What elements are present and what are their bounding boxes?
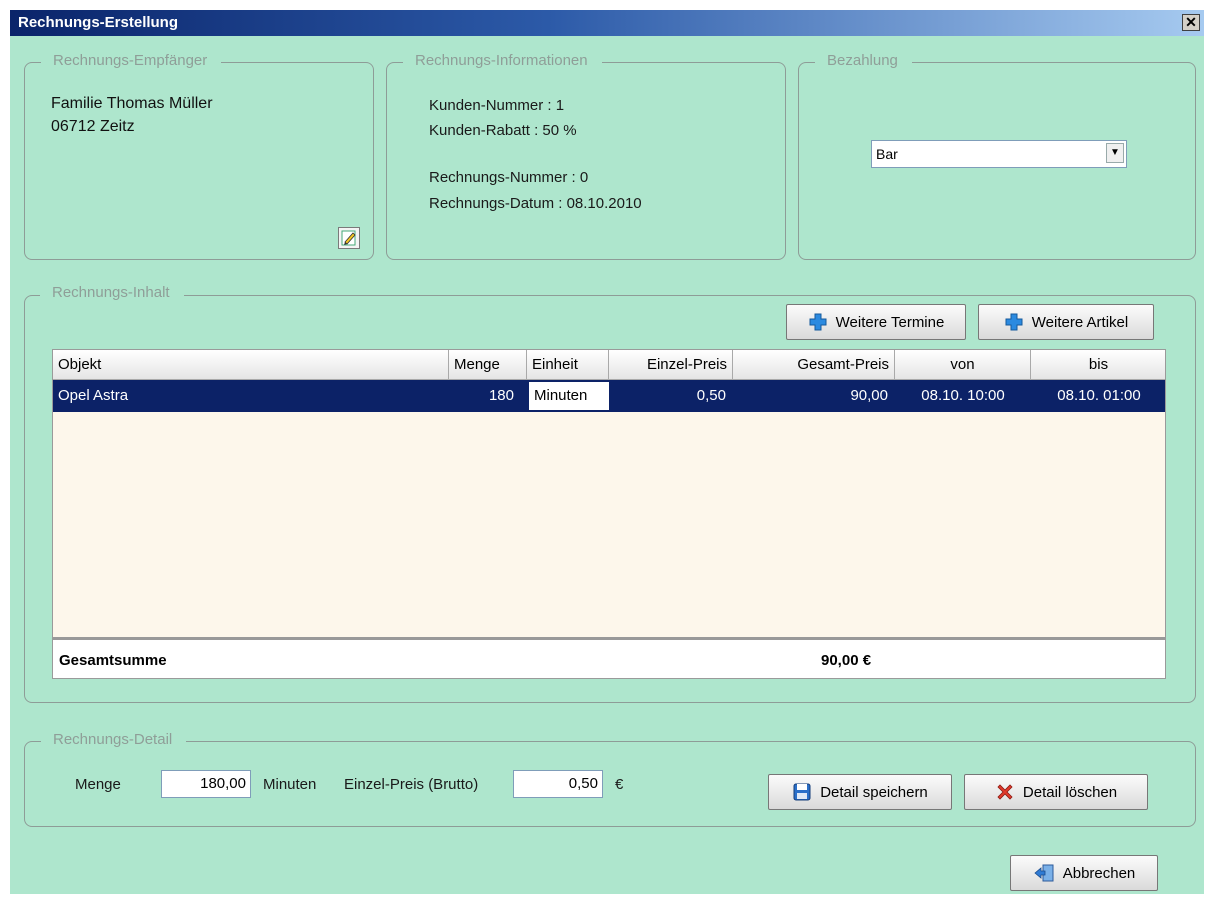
invoice-items-grid: Objekt Menge Einheit Einzel-Preis Gesamt… — [52, 349, 1166, 679]
more-articles-label: Weitere Artikel — [1031, 313, 1129, 331]
cell-einzelpreis[interactable]: 0,50 — [609, 380, 731, 412]
more-articles-button[interactable]: Weitere Artikel — [978, 304, 1154, 340]
column-header-einheit[interactable]: Einheit — [527, 350, 609, 380]
edit-recipient-button[interactable] — [338, 227, 360, 249]
plus-icon — [809, 313, 827, 331]
column-header-menge[interactable]: Menge — [449, 350, 527, 380]
column-header-bis[interactable]: bis — [1031, 350, 1165, 380]
chevron-down-icon[interactable]: ▼ — [1106, 143, 1124, 163]
delete-detail-label: Detail löschen — [1022, 783, 1118, 801]
total-label: Gesamtsumme — [59, 652, 167, 669]
more-appointments-label: Weitere Termine — [835, 313, 945, 331]
delete-detail-button[interactable]: Detail löschen — [964, 774, 1148, 810]
price-label: Einzel-Preis (Brutto) — [344, 776, 479, 793]
cancel-label: Abbrechen — [1062, 864, 1136, 882]
price-field[interactable]: 0,50 — [513, 770, 603, 798]
recipient-name: Familie Thomas Müller — [51, 95, 213, 112]
info-legend: Rechnungs-Informationen — [403, 52, 602, 69]
cell-gesamtpreis[interactable]: 90,00 — [733, 380, 893, 412]
cell-einheit[interactable]: Minuten — [529, 382, 609, 410]
cell-objekt[interactable]: Opel Astra — [53, 380, 449, 412]
cell-von[interactable]: 08.10. 10:00 — [895, 380, 1031, 412]
invoice-window: Rechnungs-Erstellung ✕ Rechnungs-Empfäng… — [10, 10, 1204, 894]
window-title: Rechnungs-Erstellung — [18, 14, 179, 31]
quantity-field[interactable]: 180,00 — [161, 770, 251, 798]
more-appointments-button[interactable]: Weitere Termine — [786, 304, 966, 340]
exit-icon — [1034, 864, 1054, 882]
column-header-von[interactable]: von — [895, 350, 1031, 380]
currency-label: € — [615, 776, 624, 793]
column-header-einzelpreis[interactable]: Einzel-Preis — [609, 350, 733, 380]
save-detail-label: Detail speichern — [820, 783, 928, 801]
cell-bis[interactable]: 08.10. 01:00 — [1031, 380, 1165, 412]
detail-legend: Rechnungs-Detail — [41, 731, 187, 748]
cancel-button[interactable]: Abbrechen — [1010, 855, 1158, 891]
title-bar: Rechnungs-Erstellung ✕ — [10, 10, 1204, 36]
quantity-label: Menge — [75, 776, 121, 793]
customer-discount: Kunden-Rabatt : 50 % — [429, 122, 577, 139]
save-detail-button[interactable]: Detail speichern — [768, 774, 952, 810]
save-icon — [793, 783, 811, 801]
column-header-gesamtpreis[interactable]: Gesamt-Preis — [733, 350, 895, 380]
edit-icon — [341, 230, 356, 246]
cell-menge[interactable]: 180 — [449, 380, 519, 412]
invoice-date: Rechnungs-Datum : 08.10.2010 — [429, 195, 642, 212]
recipient-group: Rechnungs-Empfänger Familie Thomas Mülle… — [24, 52, 374, 260]
close-button[interactable]: ✕ — [1182, 14, 1200, 31]
payment-select-value: Bar — [876, 146, 898, 162]
total-row: Gesamtsumme 90,00 € — [53, 637, 1165, 678]
content-legend: Rechnungs-Inhalt — [40, 284, 184, 301]
recipient-legend: Rechnungs-Empfänger — [41, 52, 222, 69]
total-value: 90,00 € — [821, 652, 872, 669]
payment-group: Bezahlung Bar ▼ — [798, 52, 1196, 260]
invoice-number: Rechnungs-Nummer : 0 — [429, 169, 589, 186]
payment-legend: Bezahlung — [815, 52, 912, 69]
unit-label: Minuten — [263, 776, 317, 793]
info-group: Rechnungs-Informationen Kunden-Nummer : … — [386, 52, 786, 260]
plus-icon — [1005, 313, 1023, 331]
payment-select[interactable]: Bar ▼ — [871, 140, 1127, 168]
delete-icon — [997, 784, 1013, 800]
recipient-city: 06712 Zeitz — [51, 118, 135, 135]
column-header-objekt[interactable]: Objekt — [53, 350, 449, 380]
table-row[interactable]: Opel Astra 180 Minuten 0,50 90,00 08.10.… — [53, 380, 1165, 412]
customer-number: Kunden-Nummer : 1 — [429, 97, 565, 114]
